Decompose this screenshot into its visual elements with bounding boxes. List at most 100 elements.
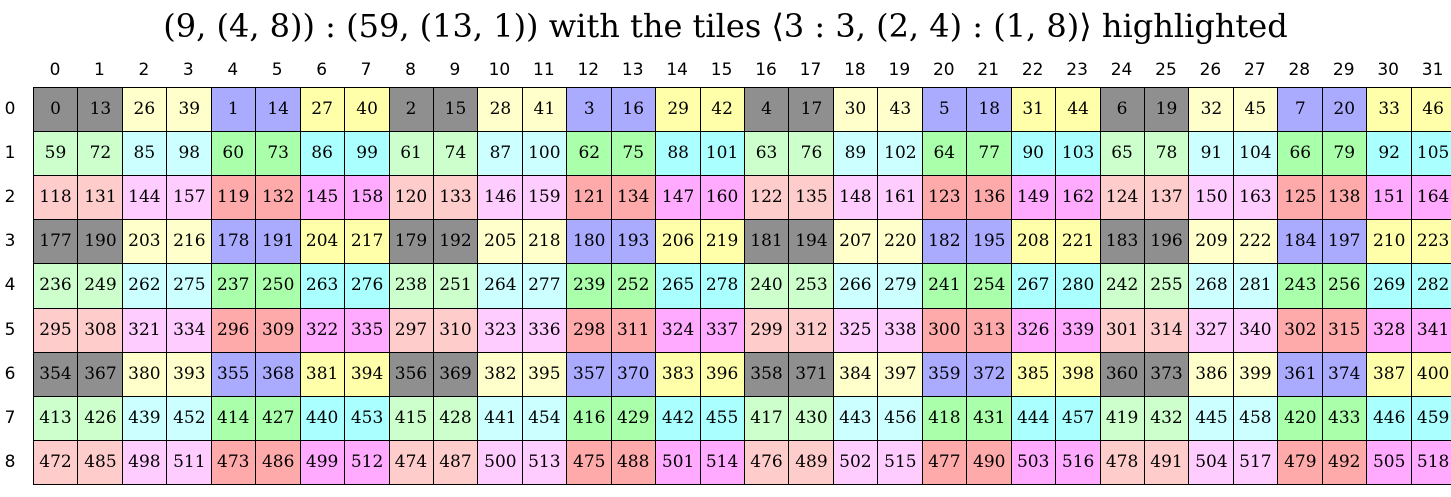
- layout-cell: 145: [299, 175, 345, 221]
- layout-cell: 4: [744, 87, 790, 132]
- layout-cell: 263: [299, 263, 345, 310]
- layout-cell: 431: [966, 395, 1013, 441]
- layout-cell: 417: [744, 395, 790, 441]
- layout-cell: 220: [877, 219, 924, 265]
- layout-cell: 98: [166, 131, 213, 177]
- layout-cell: 73: [255, 131, 302, 177]
- layout-cell: 315: [1321, 307, 1367, 353]
- layout-cell: 182: [921, 219, 967, 265]
- layout-cell: 280: [1055, 263, 1102, 310]
- layout-cell: 335: [344, 307, 391, 353]
- layout-cell: 446: [1366, 395, 1413, 441]
- layout-cell: 433: [1321, 395, 1367, 441]
- layout-cell: 192: [432, 219, 478, 265]
- column-label: 14: [666, 60, 688, 80]
- layout-cell: 150: [1188, 175, 1235, 221]
- layout-cell: 219: [699, 219, 745, 265]
- layout-cell: 64: [921, 131, 967, 177]
- layout-cell: 134: [610, 175, 656, 221]
- layout-cell: 44: [1055, 87, 1102, 132]
- layout-cell: 20: [1321, 87, 1367, 132]
- column-label: 12: [577, 60, 600, 80]
- layout-cell: 432: [1144, 395, 1189, 441]
- layout-cell: 477: [921, 439, 967, 485]
- layout-cell: 237: [210, 263, 256, 310]
- layout-cell: 75: [610, 131, 656, 177]
- layout-cell: 86: [299, 131, 345, 177]
- layout-cell: 490: [966, 439, 1013, 485]
- layout-cell: 371: [788, 351, 835, 397]
- column-label: 15: [710, 60, 733, 80]
- layout-cell: 501: [655, 439, 702, 485]
- layout-cell: 136: [966, 175, 1013, 221]
- layout-cell: 504: [1188, 439, 1235, 485]
- layout-cell: 455: [699, 395, 745, 441]
- layout-cell: 370: [610, 351, 656, 397]
- layout-cell: 61: [388, 131, 434, 177]
- layout-cell: 14: [255, 87, 302, 132]
- row-label: 3: [4, 231, 16, 252]
- layout-cell: 132: [255, 175, 302, 221]
- layout-cell: 322: [299, 307, 345, 353]
- column-label: 27: [1244, 60, 1266, 80]
- layout-cell: 151: [1366, 175, 1413, 221]
- layout-cell: 356: [388, 351, 434, 397]
- layout-cell: 46: [1410, 87, 1451, 132]
- layout-cell: 222: [1232, 219, 1278, 265]
- layout-cell: 181: [744, 219, 790, 265]
- layout-cell: 277: [521, 263, 567, 310]
- layout-cell: 144: [121, 175, 167, 221]
- layout-cell: 104: [1232, 131, 1278, 177]
- layout-cell: 486: [255, 439, 302, 485]
- layout-cell: 309: [255, 307, 302, 353]
- layout-cell: 40: [344, 87, 391, 132]
- column-label: 23: [1066, 60, 1088, 80]
- layout-cell: 265: [655, 263, 702, 310]
- layout-cell: 90: [1010, 131, 1056, 177]
- layout-cell: 383: [655, 351, 702, 397]
- layout-cell: 242: [1099, 263, 1145, 310]
- layout-cell: 511: [166, 439, 213, 485]
- layout-cell: 179: [388, 219, 434, 265]
- layout-cell: 191: [255, 219, 302, 265]
- layout-cell: 399: [1232, 351, 1278, 397]
- layout-cell: 478: [1099, 439, 1145, 485]
- layout-cell: 252: [610, 263, 656, 310]
- layout-cell: 124: [1099, 175, 1145, 221]
- layout-cell: 249: [77, 263, 124, 310]
- row-label: 6: [4, 363, 16, 384]
- layout-cell: 209: [1188, 219, 1235, 265]
- layout-cell: 279: [877, 263, 924, 310]
- layout-cell: 473: [210, 439, 256, 485]
- layout-cell: 367: [77, 351, 124, 397]
- layout-cell: 339: [1055, 307, 1102, 353]
- layout-cell: 308: [77, 307, 124, 353]
- layout-cell: 341: [1410, 307, 1451, 353]
- layout-cell: 41: [521, 87, 567, 132]
- layout-cell: 440: [299, 395, 345, 441]
- layout-cell: 358: [744, 351, 790, 397]
- layout-cell: 368: [255, 351, 302, 397]
- layout-cell: 387: [1366, 351, 1413, 397]
- layout-cell: 262: [121, 263, 167, 310]
- layout-cell: 18: [966, 87, 1013, 132]
- layout-cell: 131: [77, 175, 124, 221]
- layout-cell: 444: [1010, 395, 1056, 441]
- column-label: 22: [1021, 60, 1044, 80]
- layout-cell: 476: [744, 439, 790, 485]
- layout-cell: 91: [1188, 131, 1235, 177]
- layout-cell: 312: [788, 307, 835, 353]
- layout-cell: 85: [121, 131, 167, 177]
- layout-cell: 158: [344, 175, 391, 221]
- layout-cell: 251: [432, 263, 478, 310]
- layout-cell: 15: [432, 87, 478, 132]
- layout-cell: 441: [477, 395, 524, 441]
- layout-cell: 310: [432, 307, 478, 353]
- layout-cell: 137: [1144, 175, 1189, 221]
- layout-cell: 269: [1366, 263, 1413, 310]
- layout-cell: 336: [521, 307, 567, 353]
- layout-cell: 28: [477, 87, 524, 132]
- layout-cell: 499: [299, 439, 345, 485]
- layout-cell: 381: [299, 351, 345, 397]
- layout-cell: 369: [432, 351, 478, 397]
